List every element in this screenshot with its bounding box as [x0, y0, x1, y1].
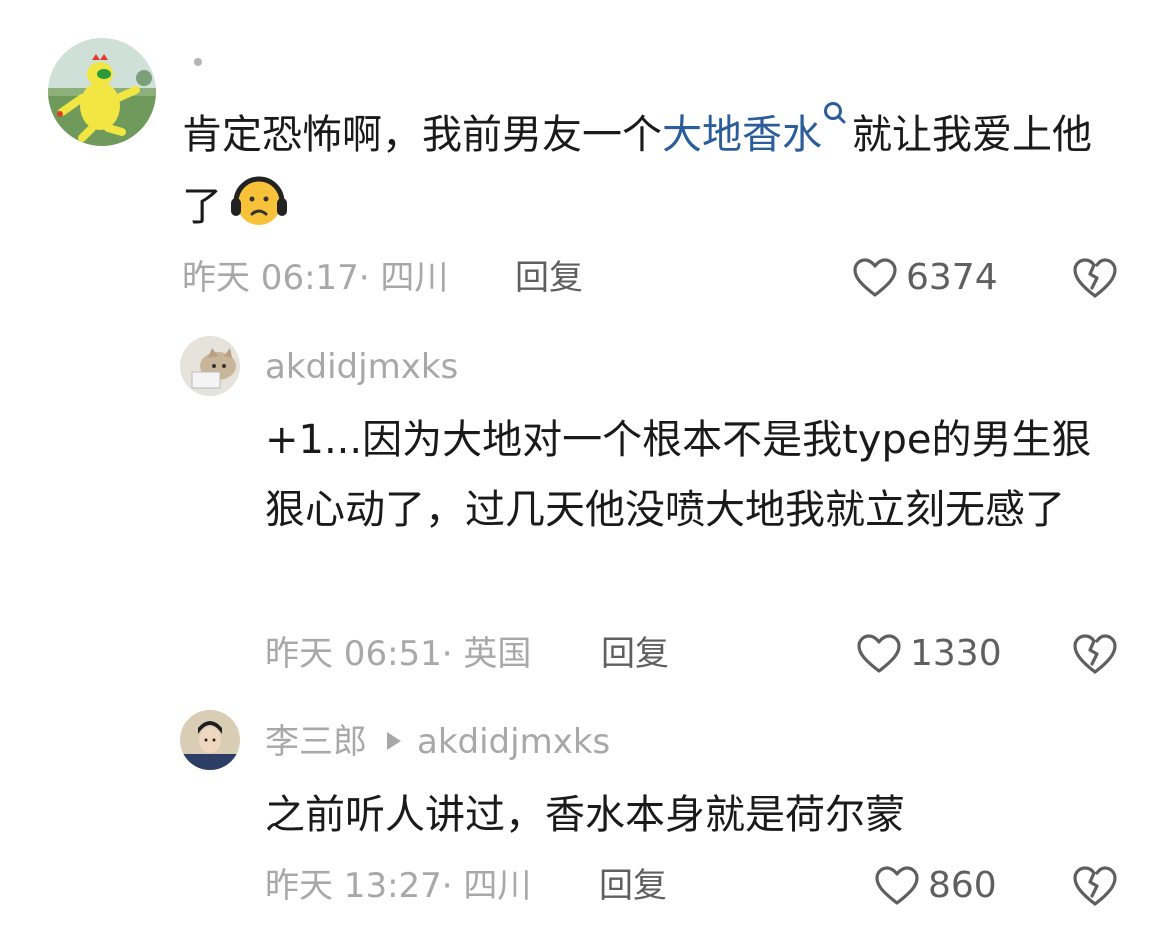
- timestamp: 昨天 06:51: [265, 634, 442, 674]
- dislike-button[interactable]: [1072, 632, 1118, 676]
- heart-outline-icon: [857, 634, 901, 673]
- reply-arrow-icon: [387, 732, 401, 750]
- person-avatar-image: [180, 710, 240, 770]
- comment-meta: 昨天 13:27· 四川: [265, 866, 532, 906]
- avatar[interactable]: [180, 710, 240, 770]
- broken-heart-icon: [1073, 866, 1117, 906]
- reply-button[interactable]: 回复: [515, 258, 583, 298]
- comment-meta: 昨天 06:17· 四川: [182, 258, 449, 298]
- comment-text: +1...因为大地对一个根本不是我type的男生狠狠心动了，过几天他没喷大地我就…: [265, 417, 1092, 533]
- author-name[interactable]: 李三郎: [265, 722, 367, 762]
- timestamp: 昨天 06:17: [182, 258, 359, 298]
- timestamp: 昨天 13:27: [265, 866, 442, 906]
- like-count: 6374: [906, 257, 998, 298]
- reply-to-name[interactable]: akdidjmxks: [417, 722, 610, 762]
- avatar[interactable]: [48, 38, 156, 146]
- like-button[interactable]: 1330: [856, 630, 1002, 678]
- dislike-button[interactable]: [1072, 256, 1118, 300]
- location: 英国: [463, 634, 532, 674]
- like-button[interactable]: 6374: [852, 254, 998, 302]
- dislike-button[interactable]: [1072, 864, 1118, 908]
- heart-outline-icon: [853, 258, 897, 297]
- search-link[interactable]: 大地香水: [662, 112, 822, 158]
- reply-button[interactable]: 回复: [599, 866, 667, 906]
- chick-costume-avatar-image: [48, 38, 156, 146]
- search-icon[interactable]: [822, 100, 848, 132]
- username[interactable]: akdidjmxks: [265, 347, 458, 387]
- avatar[interactable]: [180, 336, 240, 396]
- username: 李三郎 akdidjmxks: [265, 722, 610, 762]
- location: 四川: [463, 866, 532, 906]
- broken-heart-icon: [1073, 634, 1117, 674]
- broken-heart-icon: [1073, 258, 1117, 298]
- like-count: 860: [928, 865, 997, 906]
- headphone-face-emoji: [231, 176, 287, 225]
- cat-avatar-image: [180, 336, 240, 396]
- comment-text: 之前听人讲过，香水本身就是荷尔蒙: [265, 792, 905, 838]
- heart-outline-icon: [875, 866, 919, 905]
- comment-text: 肯定恐怖啊，我前男友一个大地香水 就让我爱上他了: [182, 100, 1112, 242]
- comment-meta: 昨天 06:51· 英国: [265, 634, 532, 674]
- like-button[interactable]: 860: [874, 862, 997, 910]
- like-count: 1330: [910, 633, 1002, 674]
- location: 四川: [380, 258, 449, 298]
- reply-button[interactable]: 回复: [601, 634, 669, 674]
- username[interactable]: [194, 58, 202, 66]
